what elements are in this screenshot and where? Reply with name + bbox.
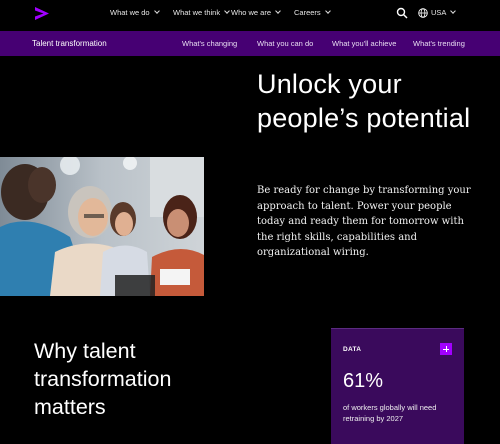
subnav-title[interactable]: Talent transformation xyxy=(32,39,107,48)
hero-title: Unlock your people’s potential xyxy=(257,69,471,133)
data-card-value: 61% xyxy=(343,370,384,392)
nav-careers[interactable]: Careers xyxy=(294,8,331,17)
top-navigation: What we do What we think Who we are Care… xyxy=(0,0,500,28)
hero-description: Be ready for change by transforming your… xyxy=(257,185,471,258)
section-heading: Why talent transformation matters xyxy=(34,339,172,419)
nav-what-we-do[interactable]: What we do xyxy=(110,8,160,17)
nav-what-we-think[interactable]: What we think xyxy=(173,8,230,17)
globe-icon xyxy=(418,8,428,18)
search-icon[interactable] xyxy=(396,7,408,19)
locale-selector[interactable]: USA xyxy=(431,8,457,17)
data-card[interactable]: DATA 61% of workers globally will need r… xyxy=(331,328,464,444)
data-card-label: DATA xyxy=(343,346,362,353)
meeting-people-image xyxy=(0,157,204,296)
chevron-down-icon xyxy=(224,8,230,14)
chevron-down-icon xyxy=(324,8,331,14)
chevron-down-icon xyxy=(153,8,160,14)
subnav-link-whats-changing[interactable]: What's changing xyxy=(182,39,237,48)
chevron-down-icon xyxy=(450,8,457,14)
subnav-link-what-you-can-do[interactable]: What you can do xyxy=(257,39,313,48)
chevron-down-icon xyxy=(275,8,281,14)
plus-icon[interactable] xyxy=(440,343,452,355)
subnav-link-whats-trending[interactable]: What's trending xyxy=(413,39,465,48)
subnav-link-what-youll-achieve[interactable]: What you'll achieve xyxy=(332,39,396,48)
nav-who-we-are[interactable]: Who we are xyxy=(231,8,281,17)
data-card-description: of workers globally will need retraining… xyxy=(343,403,437,423)
accenture-logo-icon[interactable] xyxy=(34,5,50,21)
hero-photo xyxy=(0,157,204,296)
section-subnav: Talent transformation What's changing Wh… xyxy=(0,31,500,56)
